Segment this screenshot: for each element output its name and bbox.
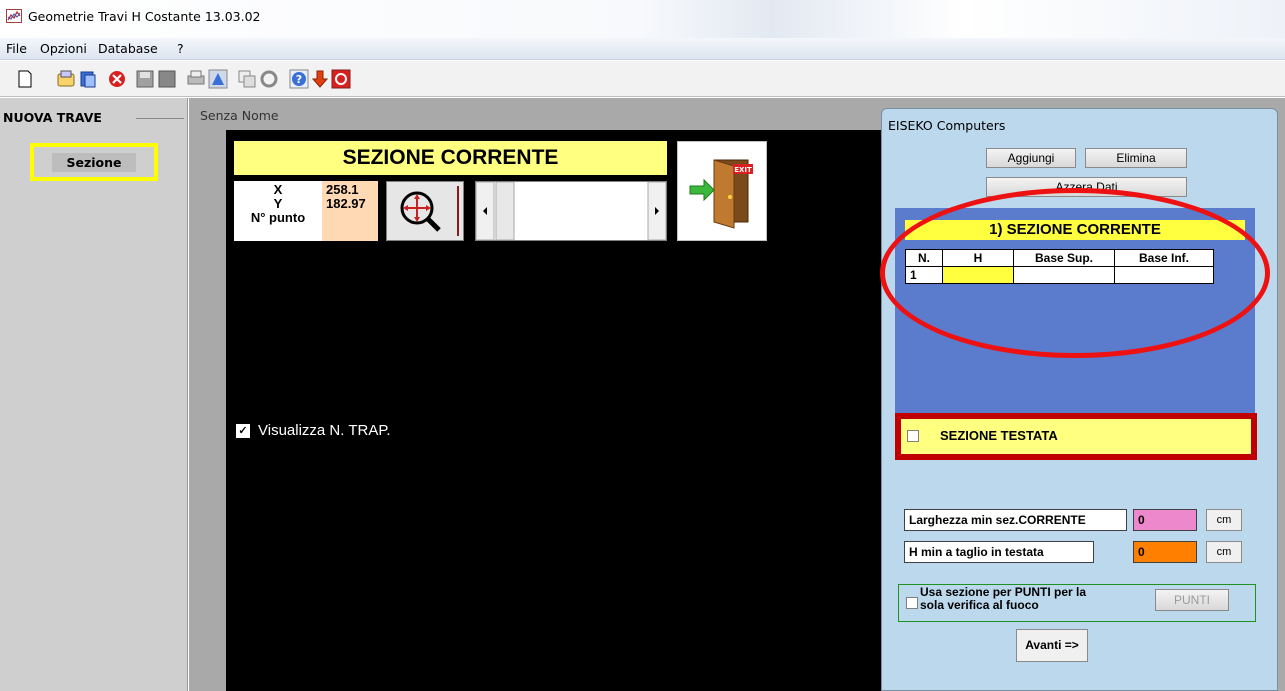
visualizza-trap-checkbox[interactable]: ✓ Visualizza N. TRAP.	[236, 422, 391, 439]
y-value: 182.97	[326, 196, 366, 211]
checkbox-checked-icon[interactable]: ✓	[236, 423, 250, 438]
avanti-button[interactable]: Avanti =>	[1016, 629, 1088, 662]
sezione-testata-checkbox[interactable]	[907, 430, 919, 442]
larghezza-input[interactable]: 0	[1133, 509, 1197, 531]
punti-label: Usa sezione per PUNTI per la sola verifi…	[920, 586, 1086, 612]
punti-button[interactable]: PUNTI	[1155, 589, 1229, 611]
exit-button[interactable]: EXIT	[677, 141, 767, 241]
open-folder-icon[interactable]	[56, 69, 76, 89]
right-panel-title: EISEKO Computers	[888, 118, 1006, 133]
svg-text:?: ?	[296, 73, 302, 86]
zoom-button[interactable]	[386, 181, 464, 241]
h-min-input[interactable]: 0	[1133, 541, 1197, 563]
punti-checkbox[interactable]	[906, 597, 918, 609]
svg-text:EXIT: EXIT	[734, 166, 752, 174]
menu-file[interactable]: File	[6, 41, 27, 56]
menu-opzioni[interactable]: Opzioni	[40, 41, 87, 56]
aggiungi-button[interactable]: Aggiungi	[986, 148, 1076, 168]
chart-app-icon	[6, 9, 22, 23]
red-highlight-ellipse	[880, 188, 1270, 358]
sezione-corrente-banner: SEZIONE CORRENTE	[234, 141, 667, 175]
copy-section-icon[interactable]	[237, 69, 257, 89]
coordinate-values: 258.1 182.97	[322, 181, 378, 241]
point-label: N° punto	[250, 210, 306, 225]
print-icon[interactable]	[186, 69, 206, 89]
menu-bar: File Opzioni Database ?	[0, 38, 1285, 60]
coordinate-labels: X Y N° punto	[234, 183, 322, 225]
x-value: 258.1	[326, 182, 359, 197]
group-divider	[136, 118, 184, 119]
zoom-magnifier-icon	[400, 186, 459, 236]
sezione-button[interactable]: Sezione	[30, 143, 158, 181]
document-title: Senza Nome	[200, 108, 279, 123]
h-min-label: H min a taglio in testata	[904, 541, 1094, 563]
x-label: X	[273, 182, 283, 197]
save-icon[interactable]	[135, 69, 155, 89]
elimina-button[interactable]: Elimina	[1085, 148, 1187, 168]
y-label: Y	[273, 196, 283, 211]
nuova-trave-header: NUOVA TRAVE	[3, 110, 102, 125]
menu-help[interactable]: ?	[177, 41, 184, 56]
toolbar: ?	[0, 61, 1285, 97]
visualizza-label: Visualizza N. TRAP.	[258, 422, 391, 439]
larghezza-label: Larghezza min sez.CORRENTE	[904, 509, 1127, 531]
menu-database[interactable]: Database	[98, 41, 158, 56]
triangle-icon[interactable]	[208, 69, 228, 89]
sezione-button-label: Sezione	[52, 152, 136, 172]
down-arrow-icon[interactable]	[310, 69, 330, 89]
copy-icon[interactable]	[78, 69, 98, 89]
left-panel: NUOVA TRAVE Sezione	[0, 98, 188, 691]
h-min-unit[interactable]: cm	[1206, 541, 1242, 563]
window-title: Geometrie Travi H Costante 13.03.02	[28, 9, 261, 24]
refresh-icon[interactable]	[259, 69, 279, 89]
help-icon[interactable]: ?	[289, 69, 309, 89]
delete-red-icon[interactable]	[107, 69, 127, 89]
larghezza-unit[interactable]: cm	[1206, 509, 1242, 531]
power-icon[interactable]	[331, 69, 351, 89]
horizontal-scrollbar[interactable]	[475, 181, 667, 241]
new-file-icon[interactable]	[15, 69, 35, 89]
sezione-testata-label: SEZIONE TESTATA	[940, 428, 1058, 443]
exit-door-icon: EXIT	[689, 159, 753, 229]
punti-label-line2: sola verifica al fuoco	[920, 598, 1039, 612]
save-all-icon[interactable]	[157, 69, 177, 89]
